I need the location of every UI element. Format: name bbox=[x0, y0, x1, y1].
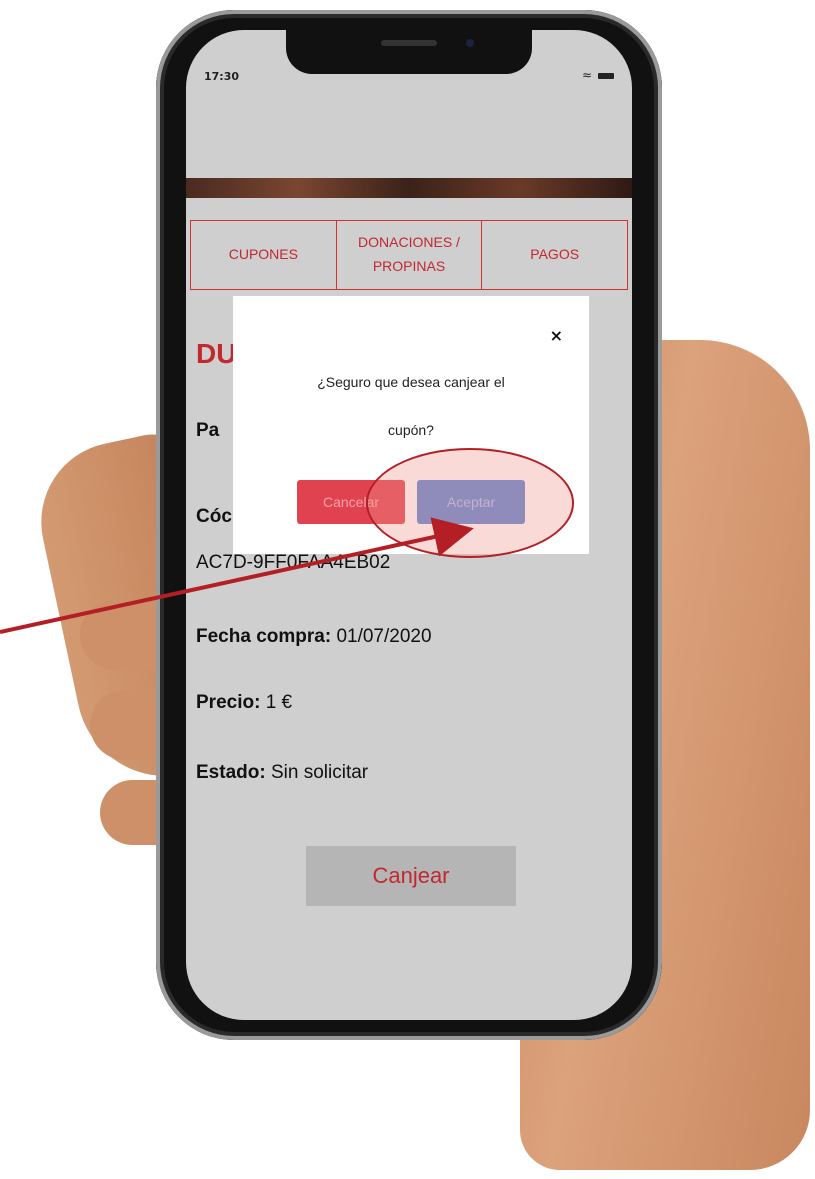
annotation-arrow-icon bbox=[0, 517, 474, 634]
